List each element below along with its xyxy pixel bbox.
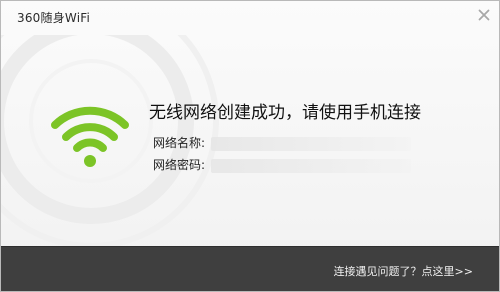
help-link[interactable]: 连接遇见问题了？点这里>>	[334, 263, 473, 279]
network-password-label: 网络密码:	[153, 158, 206, 172]
footer-bar: 连接遇见问题了？点这里>>	[1, 246, 499, 291]
network-name-row: 网络名称:	[153, 134, 412, 151]
success-headline: 无线网络创建成功，请使用手机连接	[149, 103, 421, 123]
network-password-value	[211, 158, 412, 173]
close-icon	[478, 9, 490, 21]
app-title: 360随身WiFi	[17, 11, 91, 25]
network-name-value	[211, 136, 412, 151]
close-button[interactable]	[475, 6, 493, 24]
network-password-row: 网络密码:	[153, 156, 412, 173]
title-bar: 360随身WiFi	[1, 1, 499, 35]
network-name-label: 网络名称:	[153, 136, 206, 150]
wifi-icon	[51, 106, 129, 167]
app-window: 360随身WiFi 无线网络创建成功，请使用手机连接 网络名称: 网络密码: 连…	[0, 0, 500, 292]
